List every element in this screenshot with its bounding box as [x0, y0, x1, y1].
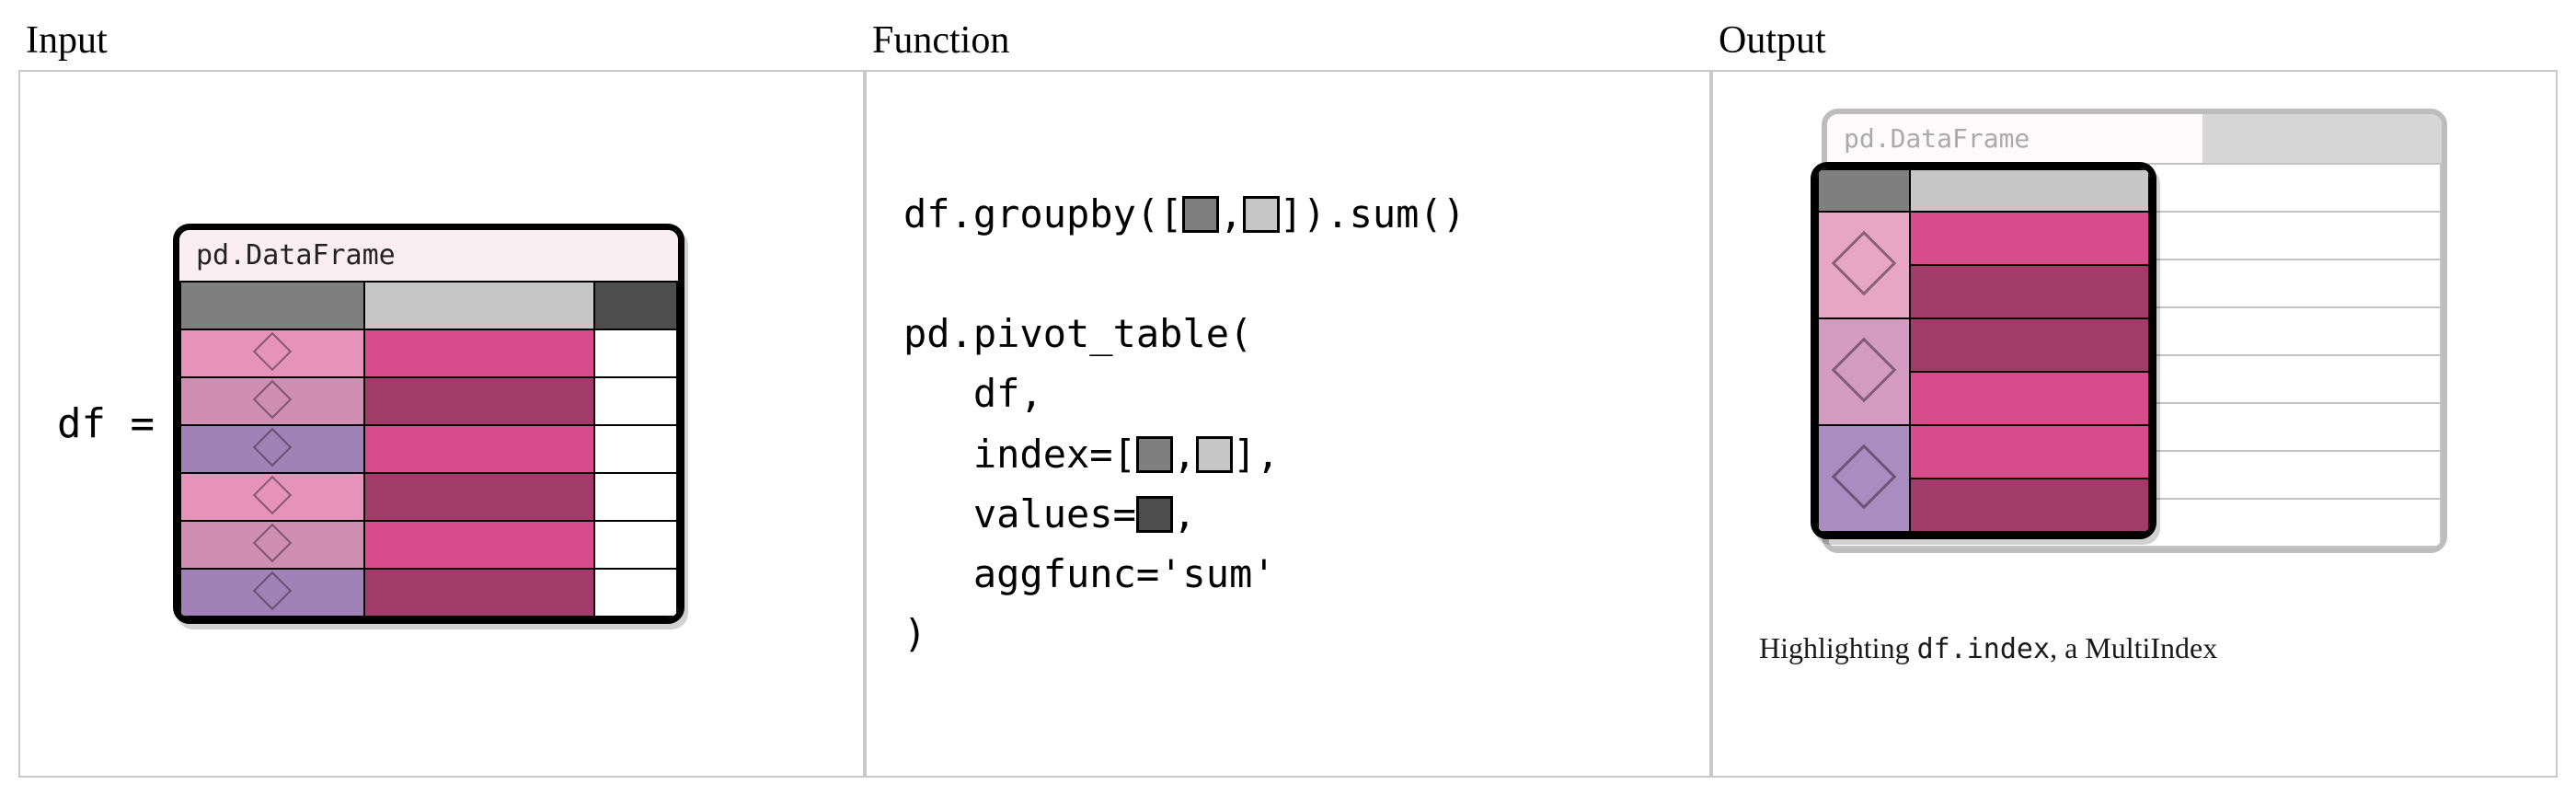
diamond-icon: [253, 427, 292, 466]
overlay-value-cell: [1910, 212, 2149, 265]
overlay-index-cell: [1818, 425, 1910, 532]
blank-cell: [594, 521, 677, 569]
diamond-icon: [253, 379, 292, 418]
overlay-data-row: [1818, 212, 2149, 265]
input-dataframe-box: pd.DataFrame: [173, 224, 684, 624]
value-cell: [364, 329, 594, 377]
diamond-icon: [1832, 230, 1897, 295]
value-cell: [364, 425, 594, 473]
blank-cell: [594, 569, 677, 617]
header-col-dark: [180, 282, 364, 329]
code-text: ,: [1173, 491, 1196, 536]
code-text: ): [903, 611, 926, 656]
data-row: [180, 473, 677, 521]
data-row: [180, 329, 677, 377]
caption-code: df.index: [1917, 633, 2051, 665]
data-row: [180, 377, 677, 425]
value-cell: [364, 569, 594, 617]
input-panel: Input df = pd.DataFrame: [18, 18, 865, 778]
index-cell: [180, 377, 364, 425]
overlay-data-row: [1818, 425, 2149, 479]
code-text: ],: [1233, 432, 1280, 477]
blank-cell: [594, 425, 677, 473]
index-cell: [180, 569, 364, 617]
dataframe-title: pd.DataFrame: [179, 230, 678, 281]
function-panel-body: df.groupby([, ]).sum() pd.pivot_table( df…: [865, 70, 1711, 778]
input-dataframe-table: [179, 281, 678, 617]
value-cell: [364, 377, 594, 425]
caption-text: Highlighting: [1759, 631, 1917, 664]
overlay-value-cell: [1910, 265, 2149, 318]
output-caption: Highlighting df.index, a MultiIndex: [1750, 631, 2519, 665]
overlay-data-row: [1818, 318, 2149, 372]
overlay-header-light: [1910, 169, 2149, 212]
overlay-header-dark: [1818, 169, 1910, 212]
code-text: aggfunc='sum': [903, 551, 1276, 596]
value-cell: [364, 473, 594, 521]
index-cell: [180, 425, 364, 473]
function-panel: Function df.groupby([, ]).sum() pd.pivot_…: [865, 18, 1711, 778]
ghost-title-shade: [2202, 114, 2442, 163]
index-cell: [180, 473, 364, 521]
output-diagram: pd.DataFrame: [1822, 109, 2447, 615]
ghost-title-text: pd.DataFrame: [1844, 123, 2030, 154]
df-assign-text: df =: [57, 400, 155, 447]
blank-cell: [594, 473, 677, 521]
code-text: ]).sum(): [1280, 191, 1466, 236]
data-row: [180, 521, 677, 569]
data-row: [180, 569, 677, 617]
diamond-icon: [253, 523, 292, 561]
overlay-value-cell: [1910, 479, 2149, 532]
input-panel-label: Input: [18, 18, 865, 63]
overlay-index-cell: [1818, 212, 1910, 318]
code-text: ,: [1173, 432, 1196, 477]
caption-text: , a MultiIndex: [2050, 631, 2217, 664]
overlay-dataframe-table: [1817, 168, 2150, 533]
overlay-index-cell: [1818, 318, 1910, 425]
function-code-block: df.groupby([, ]).sum() pd.pivot_table( df…: [903, 184, 1673, 663]
diamond-icon: [253, 475, 292, 513]
ghost-dataframe-title: pd.DataFrame: [1827, 114, 2442, 163]
overlay-header-row: [1818, 169, 2149, 212]
code-text: pd.pivot_table(: [903, 311, 1252, 356]
diamond-icon: [1832, 337, 1897, 402]
overlay-dataframe-box: [1811, 162, 2156, 539]
column-square-dark-icon: [1182, 196, 1219, 233]
input-panel-body: df = pd.DataFrame: [18, 70, 865, 778]
header-col-light: [364, 282, 594, 329]
column-square-light-icon: [1196, 436, 1233, 473]
output-panel: Output pd.DataFrame: [1711, 18, 2558, 778]
blank-cell: [594, 329, 677, 377]
code-text: df.groupby([: [903, 191, 1182, 236]
column-square-light-icon: [1243, 196, 1280, 233]
output-panel-label: Output: [1711, 18, 2558, 63]
code-text: df,: [903, 371, 1043, 416]
output-panel-body: pd.DataFrame: [1711, 70, 2558, 778]
diamond-icon: [253, 331, 292, 370]
diamond-icon: [1832, 444, 1897, 509]
code-text: ,: [1219, 191, 1242, 236]
code-text: index=[: [903, 432, 1136, 477]
diamond-icon: [253, 571, 292, 609]
blank-cell: [594, 377, 677, 425]
code-text: values=: [903, 491, 1136, 536]
overlay-value-cell: [1910, 318, 2149, 372]
overlay-value-cell: [1910, 372, 2149, 425]
value-cell: [364, 521, 594, 569]
index-cell: [180, 329, 364, 377]
column-square-dark-icon: [1136, 436, 1173, 473]
index-cell: [180, 521, 364, 569]
data-row: [180, 425, 677, 473]
header-row: [180, 282, 677, 329]
function-panel-label: Function: [865, 18, 1711, 63]
header-col-dgrey: [594, 282, 677, 329]
overlay-value-cell: [1910, 425, 2149, 479]
column-square-dgrey-icon: [1136, 496, 1173, 533]
diagram-container: Input df = pd.DataFrame: [18, 18, 2558, 778]
input-content: df = pd.DataFrame: [57, 224, 826, 624]
